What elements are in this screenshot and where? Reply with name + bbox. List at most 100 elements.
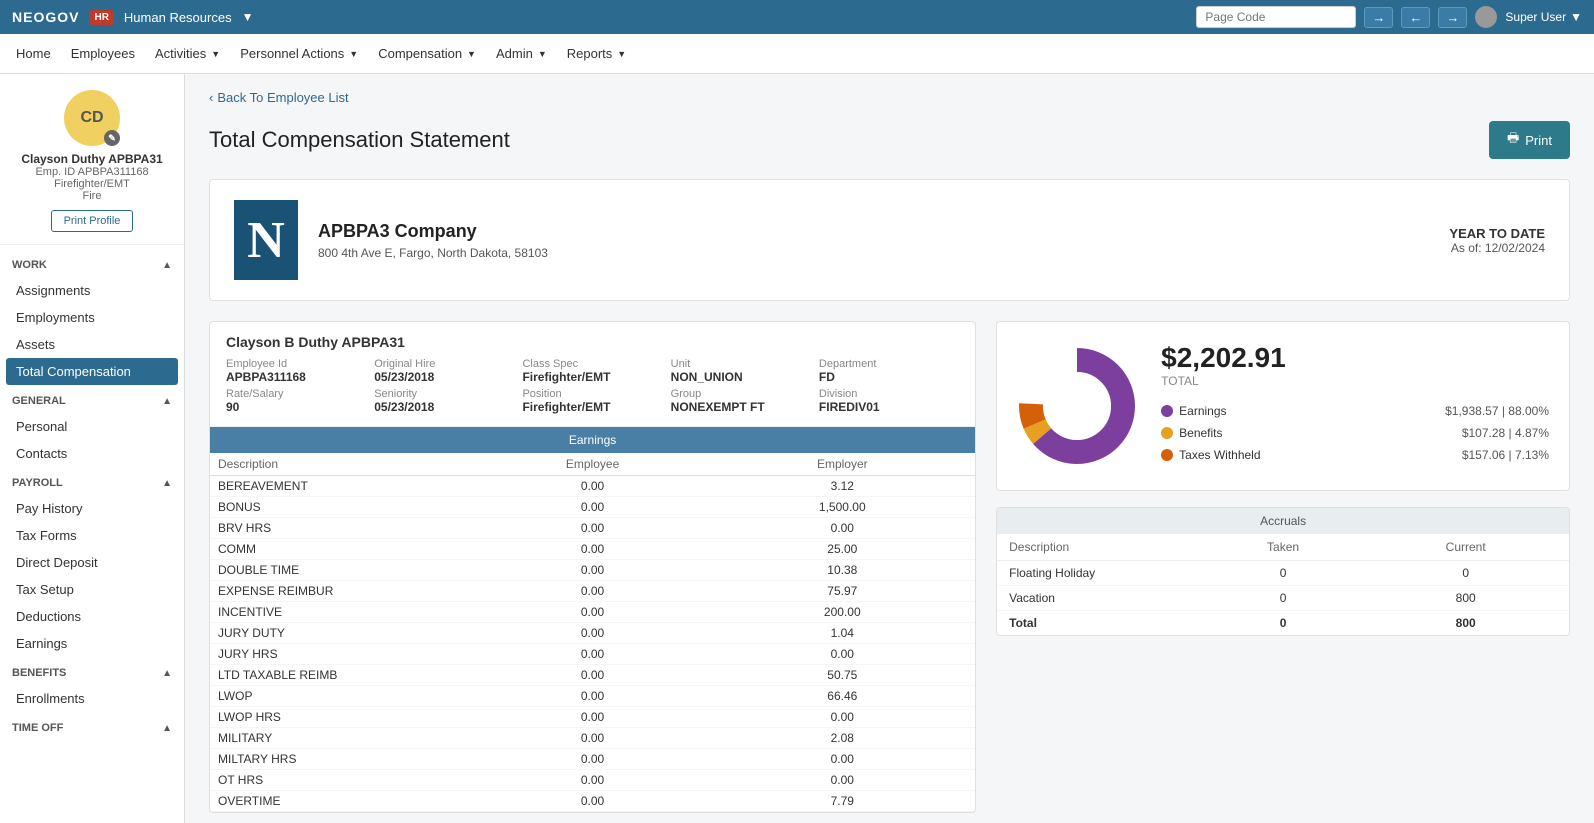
table-row: LWOP 0.00 66.46: [210, 686, 975, 707]
accruals-floating-desc: Floating Holiday: [1009, 566, 1192, 580]
sidebar-section-general-header[interactable]: GENERAL ▲: [0, 389, 184, 413]
top-bar-right: → ← → Super User ▼: [1196, 6, 1582, 28]
row-description: MILTARY HRS: [218, 752, 468, 766]
row-description: EXPENSE REIMBUR: [218, 584, 468, 598]
sidebar-item-pay-history[interactable]: Pay History: [0, 495, 184, 522]
nav-activities[interactable]: Activities▼: [155, 46, 220, 61]
compensation-dropdown-icon: ▼: [467, 49, 476, 59]
sidebar-item-tax-setup[interactable]: Tax Setup: [0, 576, 184, 603]
print-profile-button[interactable]: Print Profile: [51, 210, 134, 232]
sidebar-item-employments[interactable]: Employments: [0, 304, 184, 331]
emp-value-1: 05/23/2018: [374, 370, 514, 384]
row-description: LWOP HRS: [218, 710, 468, 724]
back-link-text: Back To Employee List: [217, 90, 348, 105]
emp-value-4: FD: [819, 370, 959, 384]
user-dropdown-icon: ▼: [1570, 10, 1582, 24]
nav-personnel-actions[interactable]: Personnel Actions▼: [240, 46, 358, 61]
accruals-col-taken: Taken: [1192, 540, 1375, 554]
sidebar-section-time-off: TIME OFF ▲: [0, 716, 184, 740]
page-code-input[interactable]: [1196, 6, 1356, 28]
taxes-legend-value: $157.06 | 7.13%: [1462, 448, 1549, 462]
row-employer: 10.38: [717, 563, 967, 577]
row-description: JURY DUTY: [218, 626, 468, 640]
profile-emp-id: Emp. ID APBPA311168: [10, 166, 174, 178]
sidebar-item-assets[interactable]: Assets: [0, 331, 184, 358]
accruals-total-taken: 0: [1192, 616, 1375, 630]
nav-home[interactable]: Home: [16, 46, 51, 61]
row-employee: 0.00: [468, 584, 718, 598]
emp-value-2: Firefighter/EMT: [522, 370, 662, 384]
employee-details-grid: Employee Id APBPA311168 Original Hire 05…: [226, 358, 959, 414]
sidebar-item-personal[interactable]: Personal: [0, 413, 184, 440]
sidebar-item-enrollments[interactable]: Enrollments: [0, 685, 184, 712]
row-description: OT HRS: [218, 773, 468, 787]
profile-role: Firefighter/EMT: [10, 178, 174, 190]
emp-label-6: Seniority: [374, 388, 514, 400]
row-description: LWOP: [218, 689, 468, 703]
row-employee: 0.00: [468, 752, 718, 766]
row-employer: 50.75: [717, 668, 967, 682]
nav-reports[interactable]: Reports▼: [567, 46, 626, 61]
nav-admin[interactable]: Admin▼: [496, 46, 547, 61]
avatar-edit-icon[interactable]: ✎: [104, 130, 120, 146]
print-button[interactable]: 🖶 Print: [1489, 121, 1570, 159]
sidebar-section-work-header[interactable]: WORK ▲: [0, 253, 184, 277]
emp-detail-8: Group NONEXEMPT FT: [671, 388, 811, 414]
sidebar-item-earnings[interactable]: Earnings: [0, 630, 184, 657]
sidebar-item-contacts[interactable]: Contacts: [0, 440, 184, 467]
back-button[interactable]: ←: [1401, 7, 1430, 28]
year-to-date: YEAR TO DATE As of: 12/02/2024: [1449, 226, 1545, 255]
sidebar-item-tax-forms[interactable]: Tax Forms: [0, 522, 184, 549]
nav-employees[interactable]: Employees: [71, 46, 135, 61]
employee-info-header: Clayson B Duthy APBPA31 Employee Id APBP…: [210, 322, 975, 427]
sidebar: CD ✎ Clayson Duthy APBPA31 Emp. ID APBPA…: [0, 74, 185, 823]
earnings-rows-container: BEREAVEMENT 0.00 3.12 BONUS 0.00 1,500.0…: [210, 476, 975, 812]
print-icon: 🖶: [1507, 129, 1519, 151]
sidebar-item-assignments[interactable]: Assignments: [0, 277, 184, 304]
sidebar-section-work: WORK ▲ Assignments Employments Assets To…: [0, 253, 184, 385]
hr-badge: HR: [89, 10, 113, 25]
sidebar-item-direct-deposit[interactable]: Direct Deposit: [0, 549, 184, 576]
table-row: DOUBLE TIME 0.00 10.38: [210, 560, 975, 581]
row-description: INCENTIVE: [218, 605, 468, 619]
row-description: DOUBLE TIME: [218, 563, 468, 577]
top-bar-left: NEOGOV HR Human Resources ▼: [12, 9, 253, 25]
emp-value-8: NONEXEMPT FT: [671, 400, 811, 414]
go-button[interactable]: →: [1364, 7, 1393, 28]
sidebar-item-deductions[interactable]: Deductions: [0, 603, 184, 630]
forward-button[interactable]: →: [1438, 7, 1467, 28]
main-nav: Home Employees Activities▼ Personnel Act…: [0, 34, 1594, 74]
sidebar-section-time-off-header[interactable]: TIME OFF ▲: [0, 716, 184, 740]
sidebar-section-payroll-header[interactable]: PAYROLL ▲: [0, 471, 184, 495]
accruals-total-row: Total 0 800: [997, 611, 1569, 635]
row-description: LTD TAXABLE REIMB: [218, 668, 468, 682]
emp-detail-0: Employee Id APBPA311168: [226, 358, 366, 384]
table-row: OT HRS 0.00 0.00: [210, 770, 975, 791]
company-logo: N: [234, 200, 298, 280]
app-dropdown-icon[interactable]: ▼: [242, 10, 254, 24]
total-amount: $2,202.91: [1161, 342, 1549, 374]
table-row: LWOP HRS 0.00 0.00: [210, 707, 975, 728]
benefits-legend-value: $107.28 | 4.87%: [1462, 426, 1549, 440]
avatar: CD ✎: [64, 90, 120, 146]
activities-dropdown-icon: ▼: [211, 49, 220, 59]
nav-compensation[interactable]: Compensation▼: [378, 46, 476, 61]
user-menu[interactable]: Super User ▼: [1505, 10, 1582, 24]
row-employer: 0.00: [717, 521, 967, 535]
row-employer: 200.00: [717, 605, 967, 619]
emp-detail-1: Original Hire 05/23/2018: [374, 358, 514, 384]
row-employee: 0.00: [468, 479, 718, 493]
row-employee: 0.00: [468, 521, 718, 535]
back-link[interactable]: ‹ Back To Employee List: [209, 90, 1570, 105]
table-row: JURY HRS 0.00 0.00: [210, 644, 975, 665]
sidebar-item-total-compensation[interactable]: Total Compensation: [6, 358, 178, 385]
page-header: Total Compensation Statement 🖶 Print: [209, 121, 1570, 159]
row-employee: 0.00: [468, 647, 718, 661]
emp-label-5: Rate/Salary: [226, 388, 366, 400]
emp-value-9: FIREDIV01: [819, 400, 959, 414]
sidebar-section-benefits-header[interactable]: BENEFITS ▲: [0, 661, 184, 685]
row-employee: 0.00: [468, 731, 718, 745]
page-title: Total Compensation Statement: [209, 127, 510, 153]
accruals-floating-taken: 0: [1192, 566, 1375, 580]
row-description: OVERTIME: [218, 794, 468, 808]
